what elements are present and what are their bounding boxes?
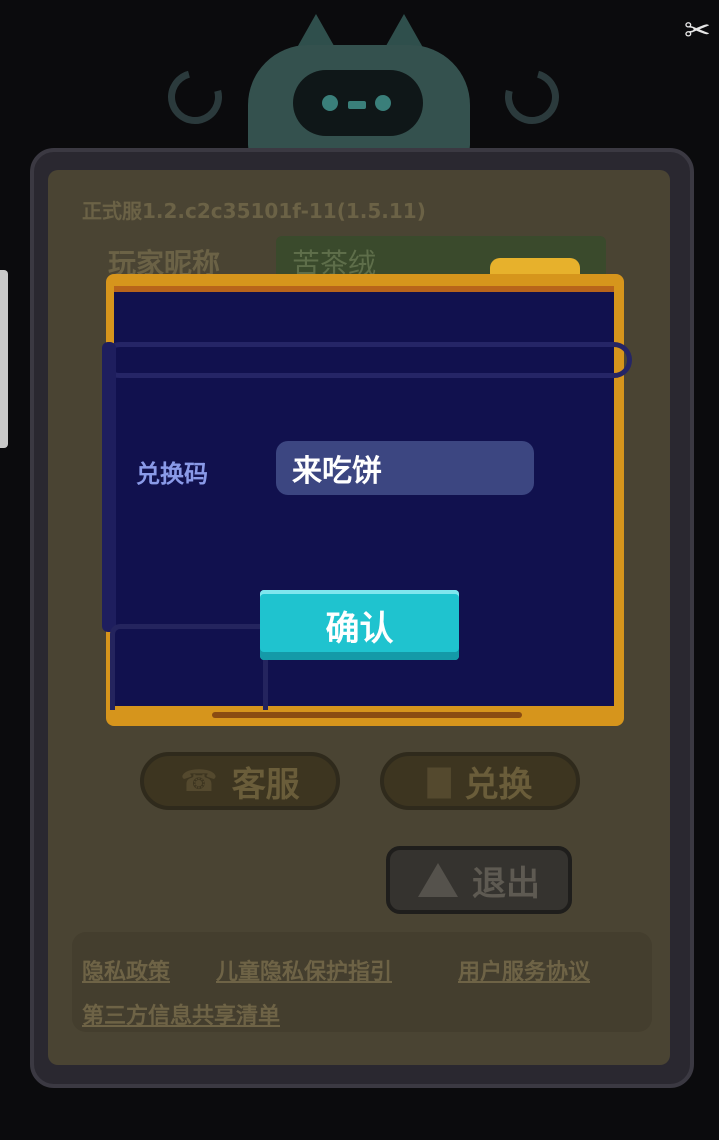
child-privacy-link[interactable]: 儿童隐私保护指引 xyxy=(216,954,392,986)
support-label: 客服 xyxy=(231,764,300,805)
privacy-policy-link[interactable]: 隐私政策 xyxy=(82,954,170,986)
dialog-ghost-side xyxy=(102,342,116,632)
robot-mascot xyxy=(0,0,719,170)
user-agreement-link[interactable]: 用户服务协议 xyxy=(458,954,590,986)
dialog-bottom-stripe xyxy=(212,712,522,718)
dialog-ghost-bar xyxy=(102,342,632,378)
support-button[interactable]: ☎ 客服 xyxy=(140,752,340,810)
warning-icon xyxy=(418,863,458,897)
redeem-button[interactable]: ▇ 兑换 xyxy=(380,752,580,810)
redeem-code-label: 兑换码 xyxy=(136,460,208,488)
version-text: 正式服1.2.c2c35101f-11(1.5.11) xyxy=(82,199,426,223)
redeem-label: 兑换 xyxy=(464,764,533,805)
gift-icon: ▇ xyxy=(427,763,451,799)
exit-label: 退出 xyxy=(472,863,540,904)
confirm-button[interactable]: 确认 xyxy=(260,590,459,660)
third-party-list-link[interactable]: 第三方信息共享清单 xyxy=(82,998,280,1030)
dialog-ghost-box xyxy=(110,624,268,710)
headset-icon: ☎ xyxy=(180,763,218,799)
exit-button[interactable]: 退出 xyxy=(386,846,572,914)
redeem-code-input[interactable] xyxy=(276,441,534,495)
side-drawer-handle[interactable] xyxy=(0,270,8,448)
